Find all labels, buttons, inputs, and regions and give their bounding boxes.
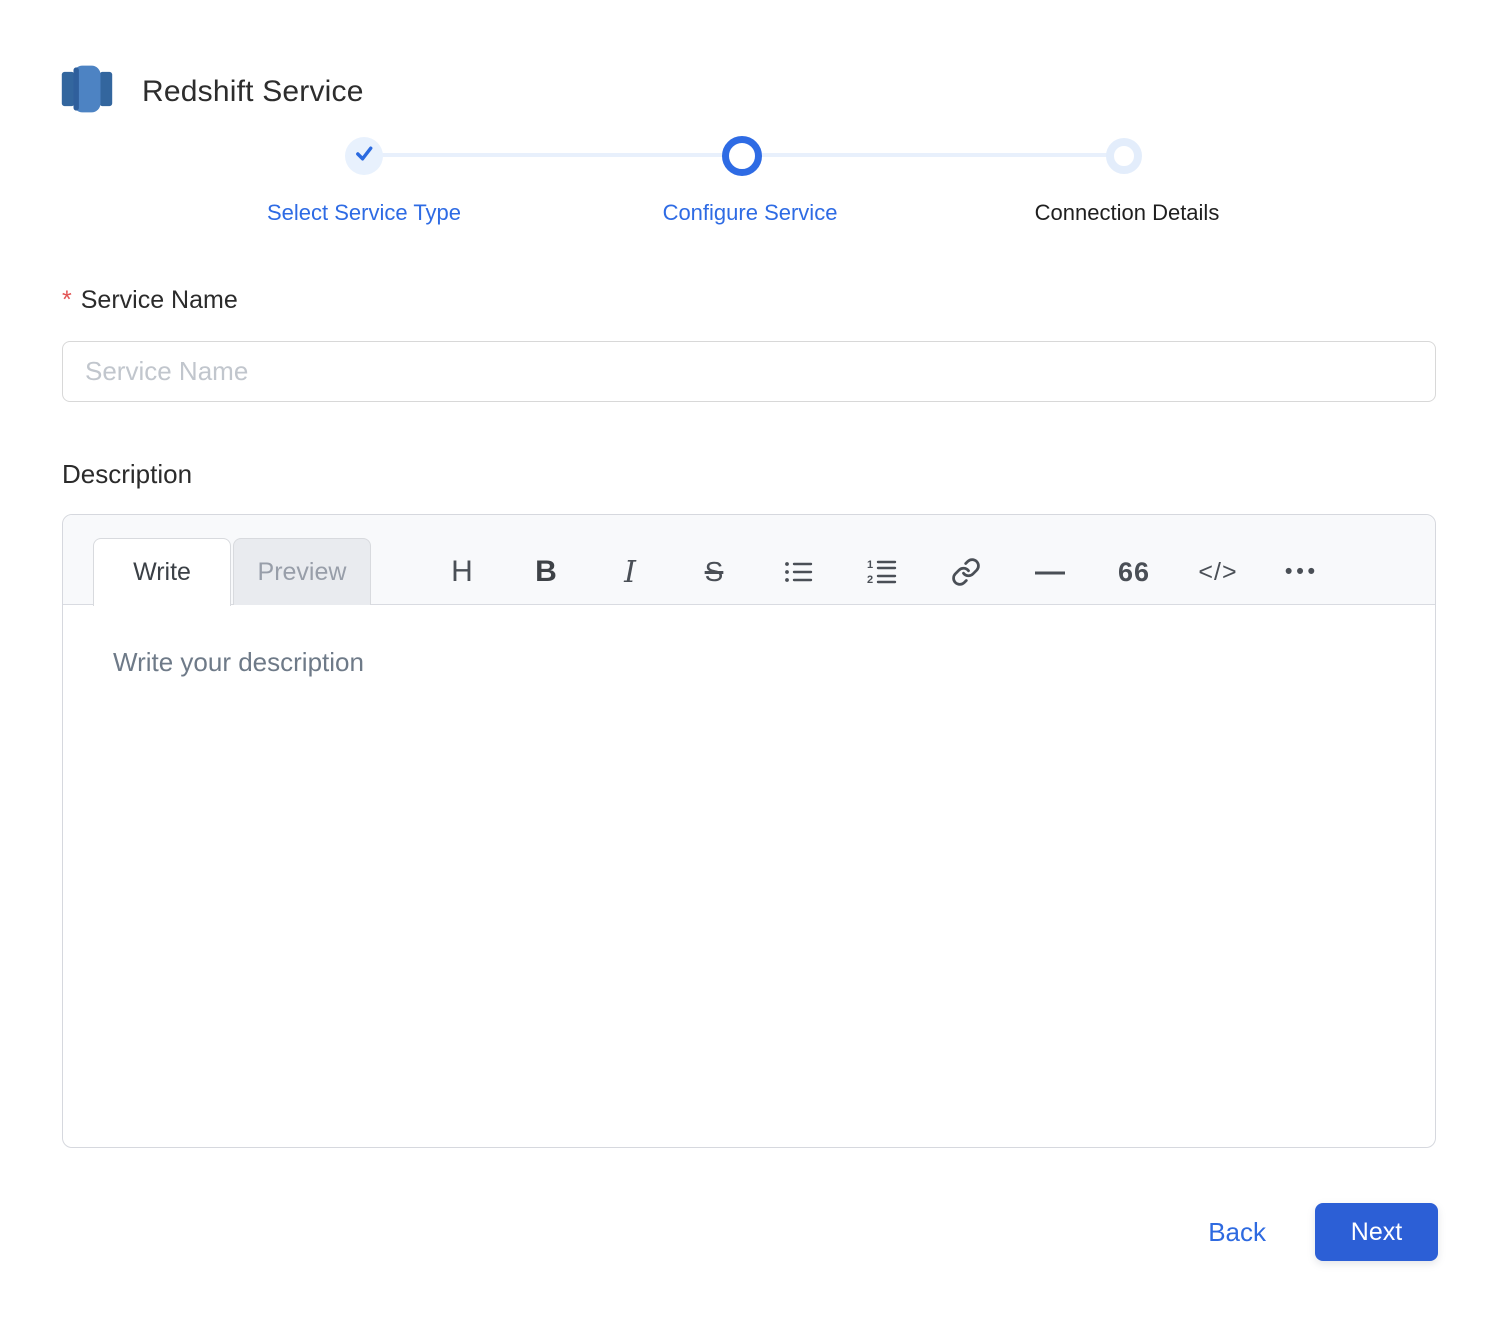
- more-options-icon[interactable]: •••: [1278, 553, 1326, 591]
- step-configure-service[interactable]: [722, 136, 762, 176]
- editor-tabs: Write Preview: [93, 538, 371, 606]
- italic-icon[interactable]: I: [606, 553, 654, 591]
- step-label-configure-service[interactable]: Configure Service: [663, 200, 838, 226]
- check-icon: [354, 143, 375, 169]
- service-name-label: *Service Name: [62, 286, 238, 315]
- bold-icon[interactable]: B: [522, 553, 570, 591]
- description-editor: Write Preview H B I S: [62, 514, 1436, 1148]
- bullet-list-icon[interactable]: [774, 553, 822, 591]
- description-label: Description: [62, 459, 192, 490]
- step-connection-details[interactable]: [1106, 138, 1142, 174]
- tab-write[interactable]: Write: [93, 538, 231, 606]
- quote-icon[interactable]: 66: [1110, 553, 1158, 591]
- heading-icon[interactable]: H: [438, 553, 486, 591]
- required-marker: *: [62, 286, 72, 314]
- editor-write-area: [63, 605, 1435, 1147]
- back-button[interactable]: Back: [1208, 1217, 1266, 1248]
- next-button[interactable]: Next: [1315, 1203, 1438, 1261]
- redshift-icon: [60, 60, 114, 123]
- svg-text:1: 1: [867, 559, 873, 571]
- horizontal-rule-icon[interactable]: —: [1026, 553, 1074, 591]
- svg-text:2: 2: [867, 574, 873, 586]
- editor-toolbar: H B I S 1 2: [438, 553, 1326, 591]
- step-label-connection-details: Connection Details: [1035, 200, 1220, 226]
- strikethrough-icon[interactable]: S: [690, 553, 738, 591]
- page-title: Redshift Service: [142, 75, 364, 109]
- link-icon[interactable]: [942, 553, 990, 591]
- wizard-footer: Back Next: [1208, 1203, 1438, 1261]
- page-header: Redshift Service: [60, 60, 364, 123]
- service-name-input[interactable]: [62, 341, 1436, 402]
- editor-toolbar-bar: Write Preview H B I S: [63, 515, 1435, 605]
- configure-service-page: Redshift Service Select Service Type Con…: [0, 0, 1506, 1320]
- code-icon[interactable]: </>: [1194, 553, 1242, 591]
- numbered-list-icon[interactable]: 1 2: [858, 553, 906, 591]
- description-textarea[interactable]: [63, 605, 1435, 1147]
- tab-preview[interactable]: Preview: [233, 538, 371, 606]
- step-select-service-type[interactable]: [345, 137, 383, 175]
- step-label-select-service-type[interactable]: Select Service Type: [267, 200, 461, 226]
